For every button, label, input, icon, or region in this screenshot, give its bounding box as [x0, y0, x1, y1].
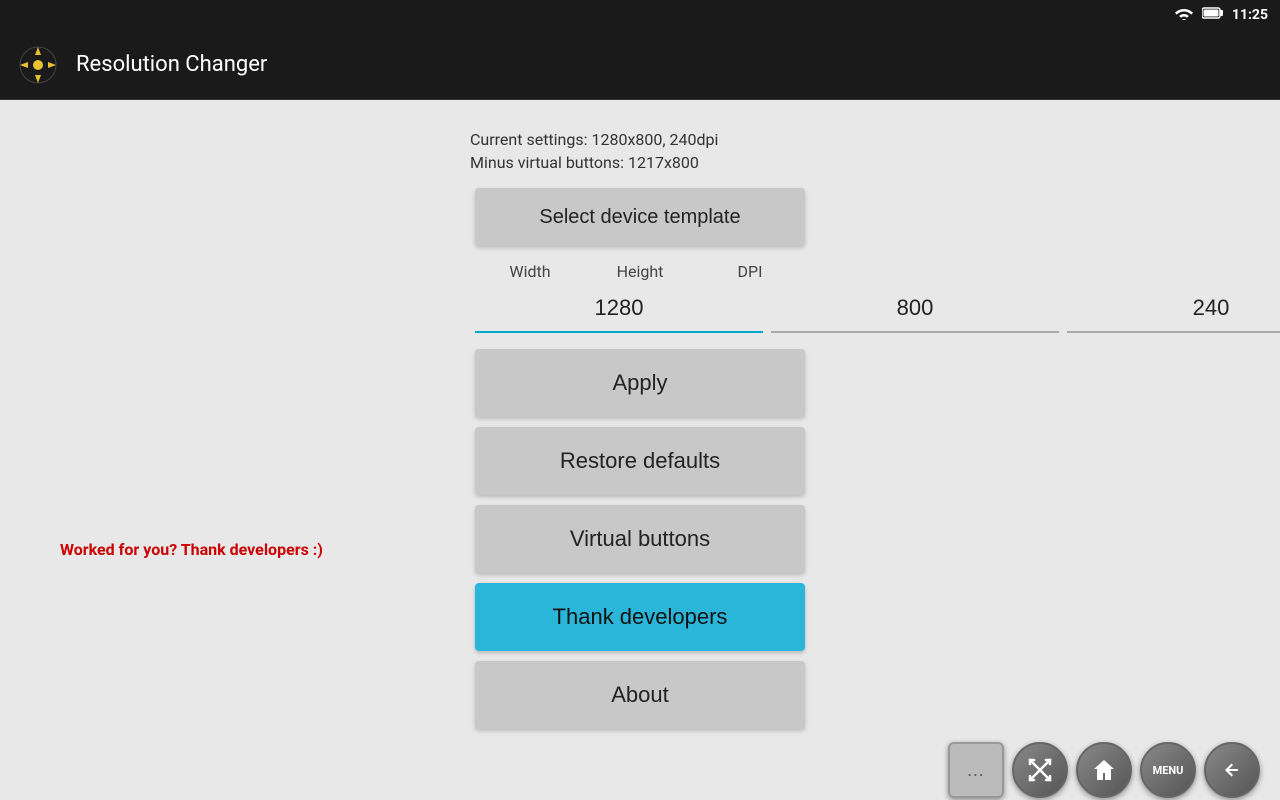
- minus-virtual-text: Minus virtual buttons: 1217x800: [470, 153, 810, 172]
- menu-button[interactable]: MENU: [1140, 742, 1196, 798]
- width-input[interactable]: [475, 285, 763, 333]
- main-content: Current settings: 1280x800, 240dpi Minus…: [0, 100, 1280, 800]
- dpi-label: DPI: [695, 262, 805, 281]
- menu-label: MENU: [1153, 764, 1184, 777]
- restore-defaults-button[interactable]: Restore defaults: [475, 427, 805, 495]
- app-bar: Resolution Changer: [0, 30, 1280, 100]
- thank-developers-button[interactable]: Thank developers: [475, 583, 805, 651]
- wifi-icon: [1174, 6, 1194, 24]
- side-note: Worked for you? Thank developers :): [60, 540, 323, 559]
- status-bar: 11:25: [0, 0, 1280, 30]
- select-template-button[interactable]: Select device template: [475, 188, 805, 246]
- virtual-buttons-button[interactable]: Virtual buttons: [475, 505, 805, 573]
- app-icon: [16, 43, 60, 87]
- center-panel: Current settings: 1280x800, 240dpi Minus…: [470, 130, 810, 739]
- apply-button[interactable]: Apply: [475, 349, 805, 417]
- dpi-input[interactable]: [1067, 285, 1280, 333]
- dots-button[interactable]: ...: [948, 742, 1004, 798]
- field-labels-row: Width Height DPI: [475, 262, 805, 281]
- current-settings-text: Current settings: 1280x800, 240dpi: [470, 130, 810, 149]
- inputs-row: [475, 285, 805, 333]
- back-button[interactable]: [1204, 742, 1260, 798]
- height-input[interactable]: [771, 285, 1059, 333]
- app-title: Resolution Changer: [76, 52, 267, 77]
- status-time: 11:25: [1232, 7, 1268, 23]
- nav-bar: ...: [0, 740, 1280, 800]
- dots-icon: ...: [967, 760, 984, 781]
- height-label: Height: [585, 262, 695, 281]
- cross-button[interactable]: [1012, 742, 1068, 798]
- width-label: Width: [475, 262, 585, 281]
- battery-icon: [1202, 6, 1224, 24]
- about-button[interactable]: About: [475, 661, 805, 729]
- home-button[interactable]: [1076, 742, 1132, 798]
